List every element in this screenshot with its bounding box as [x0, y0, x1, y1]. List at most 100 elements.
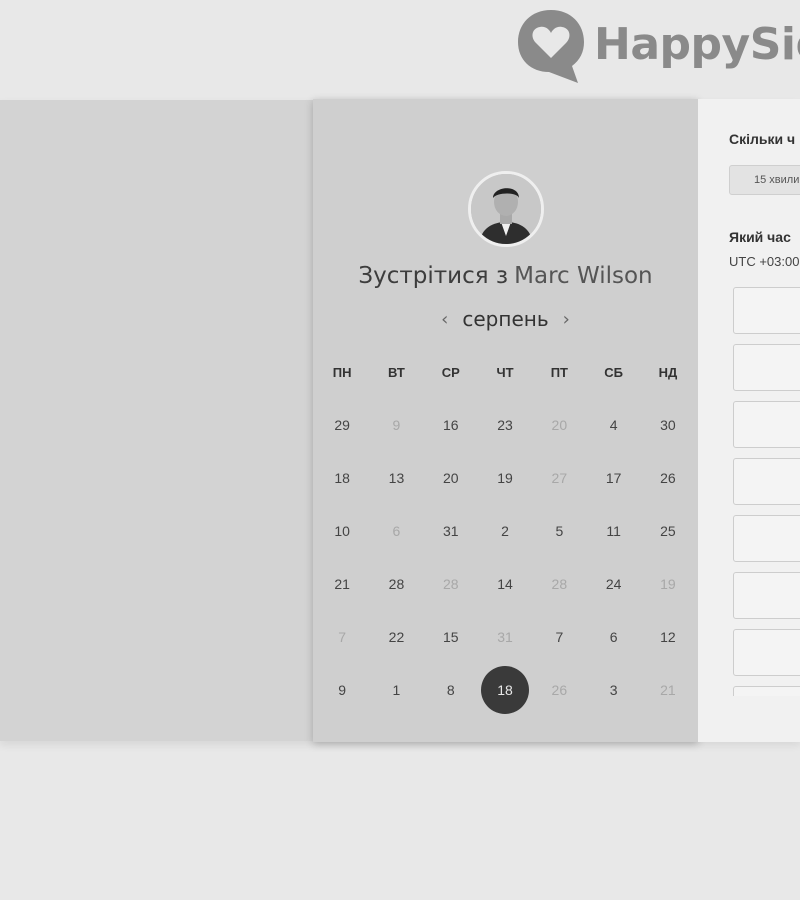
calendar-day: 20: [532, 398, 586, 451]
calendar-day-label: 8: [446, 681, 455, 698]
calendar-day-label: 14: [497, 575, 513, 592]
meet-prefix: Зустрітися з: [358, 263, 509, 289]
host-name: Marc Wilson: [514, 263, 653, 289]
calendar-day-selected[interactable]: 18: [478, 663, 532, 716]
calendar-day[interactable]: 13: [369, 451, 423, 504]
calendar-day-label: 30: [660, 416, 676, 433]
calendar-day-label: 18: [481, 665, 530, 714]
calendar-day-label: 6: [392, 522, 401, 539]
calendar-day[interactable]: 23: [478, 398, 532, 451]
calendar-day-label: 4: [609, 416, 618, 433]
meeting-title: Зустрітися з Marc Wilson: [313, 263, 698, 289]
calendar-day[interactable]: 12: [641, 610, 695, 663]
calendar-day-label: 26: [551, 681, 568, 698]
calendar-day-label: 5: [555, 522, 564, 539]
calendar-day[interactable]: 25: [641, 504, 695, 557]
calendar-day[interactable]: 22: [369, 610, 423, 663]
calendar-day-label: 13: [388, 469, 405, 486]
time-selection-panel: Скільки ч 15 хвили Який час UTC +03:00: [698, 99, 800, 742]
weekday-label: СР: [441, 365, 460, 380]
calendar-day: 28: [532, 557, 586, 610]
calendar-day-label: 7: [338, 628, 347, 645]
calendar-day-label: 22: [388, 628, 405, 645]
calendar-day-label: 31: [442, 522, 459, 539]
calendar-day-label: 21: [660, 681, 676, 698]
calendar-day[interactable]: 16: [424, 398, 478, 451]
calendar-day[interactable]: 11: [586, 504, 640, 557]
calendar-day-label: 19: [497, 469, 513, 486]
month-label: серпень: [462, 307, 549, 331]
calendar-day-label: 15: [442, 628, 459, 645]
calendar-days-grid: 29 9 16 23 20 4 30 18 13 20 19 27 17 26 10 6 31 2 5 11 25 21 2…: [315, 398, 695, 716]
calendar-day: 9: [369, 398, 423, 451]
calendar-day-label: 2: [501, 522, 509, 539]
calendar-day-label: 26: [660, 469, 676, 486]
calendar-day: 19: [641, 557, 695, 610]
calendar-day-label: 9: [392, 416, 401, 433]
calendar-day[interactable]: 14: [478, 557, 532, 610]
weekday-label: ПН: [332, 365, 352, 380]
time-slot-button[interactable]: [733, 344, 800, 391]
calendar-day-label: 23: [497, 416, 513, 433]
calendar-day-label: 24: [605, 575, 622, 592]
duration-option-button[interactable]: 15 хвили: [729, 165, 800, 195]
calendar-card: Зустрітися з Marc Wilson ‹ серпень › ПН В…: [313, 99, 698, 742]
calendar-day: 31: [478, 610, 532, 663]
calendar-day-label: 17: [605, 469, 622, 486]
calendar-day[interactable]: 31: [424, 504, 478, 557]
calendar-day[interactable]: 30: [641, 398, 695, 451]
calendar-day: 7: [315, 610, 369, 663]
calendar-day[interactable]: 17: [586, 451, 640, 504]
calendar-day-label: 12: [660, 628, 676, 645]
calendar-day[interactable]: 6: [586, 610, 640, 663]
calendar-day[interactable]: 24: [586, 557, 640, 610]
month-navigation: ‹ серпень ›: [313, 307, 698, 331]
calendar-day-label: 7: [555, 628, 564, 645]
calendar-day: 27: [532, 451, 586, 504]
time-slot-button[interactable]: [733, 629, 800, 676]
calendar-day[interactable]: 20: [424, 451, 478, 504]
calendar-day: 26: [532, 663, 586, 716]
calendar-day[interactable]: 28: [369, 557, 423, 610]
calendar-day[interactable]: 26: [641, 451, 695, 504]
calendar-day[interactable]: 8: [424, 663, 478, 716]
weekday-label: ВТ: [388, 365, 405, 380]
calendar-day-label: 9: [338, 681, 347, 698]
calendar-day[interactable]: 19: [478, 451, 532, 504]
calendar-day-label: 6: [609, 628, 618, 645]
chevron-left-icon[interactable]: ‹: [427, 309, 462, 330]
calendar-day-label: 31: [497, 628, 513, 645]
time-slot-button[interactable]: [733, 401, 800, 448]
calendar-day-label: 27: [551, 469, 568, 486]
calendar-day[interactable]: 18: [315, 451, 369, 504]
timezone-label[interactable]: UTC +03:00: [729, 254, 799, 269]
time-slot-button[interactable]: [733, 686, 800, 696]
time-slot-button[interactable]: [733, 458, 800, 505]
time-slot-button[interactable]: [733, 515, 800, 562]
calendar-day-label: 21: [334, 575, 350, 592]
calendar-day[interactable]: 9: [315, 663, 369, 716]
happysig-logo: HappySig: [516, 8, 800, 84]
weekday-label: ЧТ: [496, 365, 514, 380]
calendar-day-label: 20: [442, 469, 459, 486]
calendar-day[interactable]: 29: [315, 398, 369, 451]
weekday-header: ПН ВТ СР ЧТ ПТ СБ НД: [315, 365, 695, 380]
time-slot-button[interactable]: [733, 287, 800, 334]
calendar-day[interactable]: 4: [586, 398, 640, 451]
calendar-day-label: 28: [442, 575, 459, 592]
calendar-day[interactable]: 21: [315, 557, 369, 610]
calendar-day-label: 1: [392, 681, 401, 698]
calendar-day[interactable]: 5: [532, 504, 586, 557]
calendar-day[interactable]: 15: [424, 610, 478, 663]
calendar-day[interactable]: 2: [478, 504, 532, 557]
time-slot-button[interactable]: [733, 572, 800, 619]
calendar-day[interactable]: 10: [315, 504, 369, 557]
calendar-day-label: 16: [442, 416, 459, 433]
calendar-day[interactable]: 1: [369, 663, 423, 716]
calendar-day-label: 28: [388, 575, 405, 592]
chevron-right-icon[interactable]: ›: [549, 309, 584, 330]
calendar-day-label: 28: [551, 575, 568, 592]
person-photo-icon: [471, 174, 541, 244]
calendar-day[interactable]: 7: [532, 610, 586, 663]
calendar-day[interactable]: 3: [586, 663, 640, 716]
